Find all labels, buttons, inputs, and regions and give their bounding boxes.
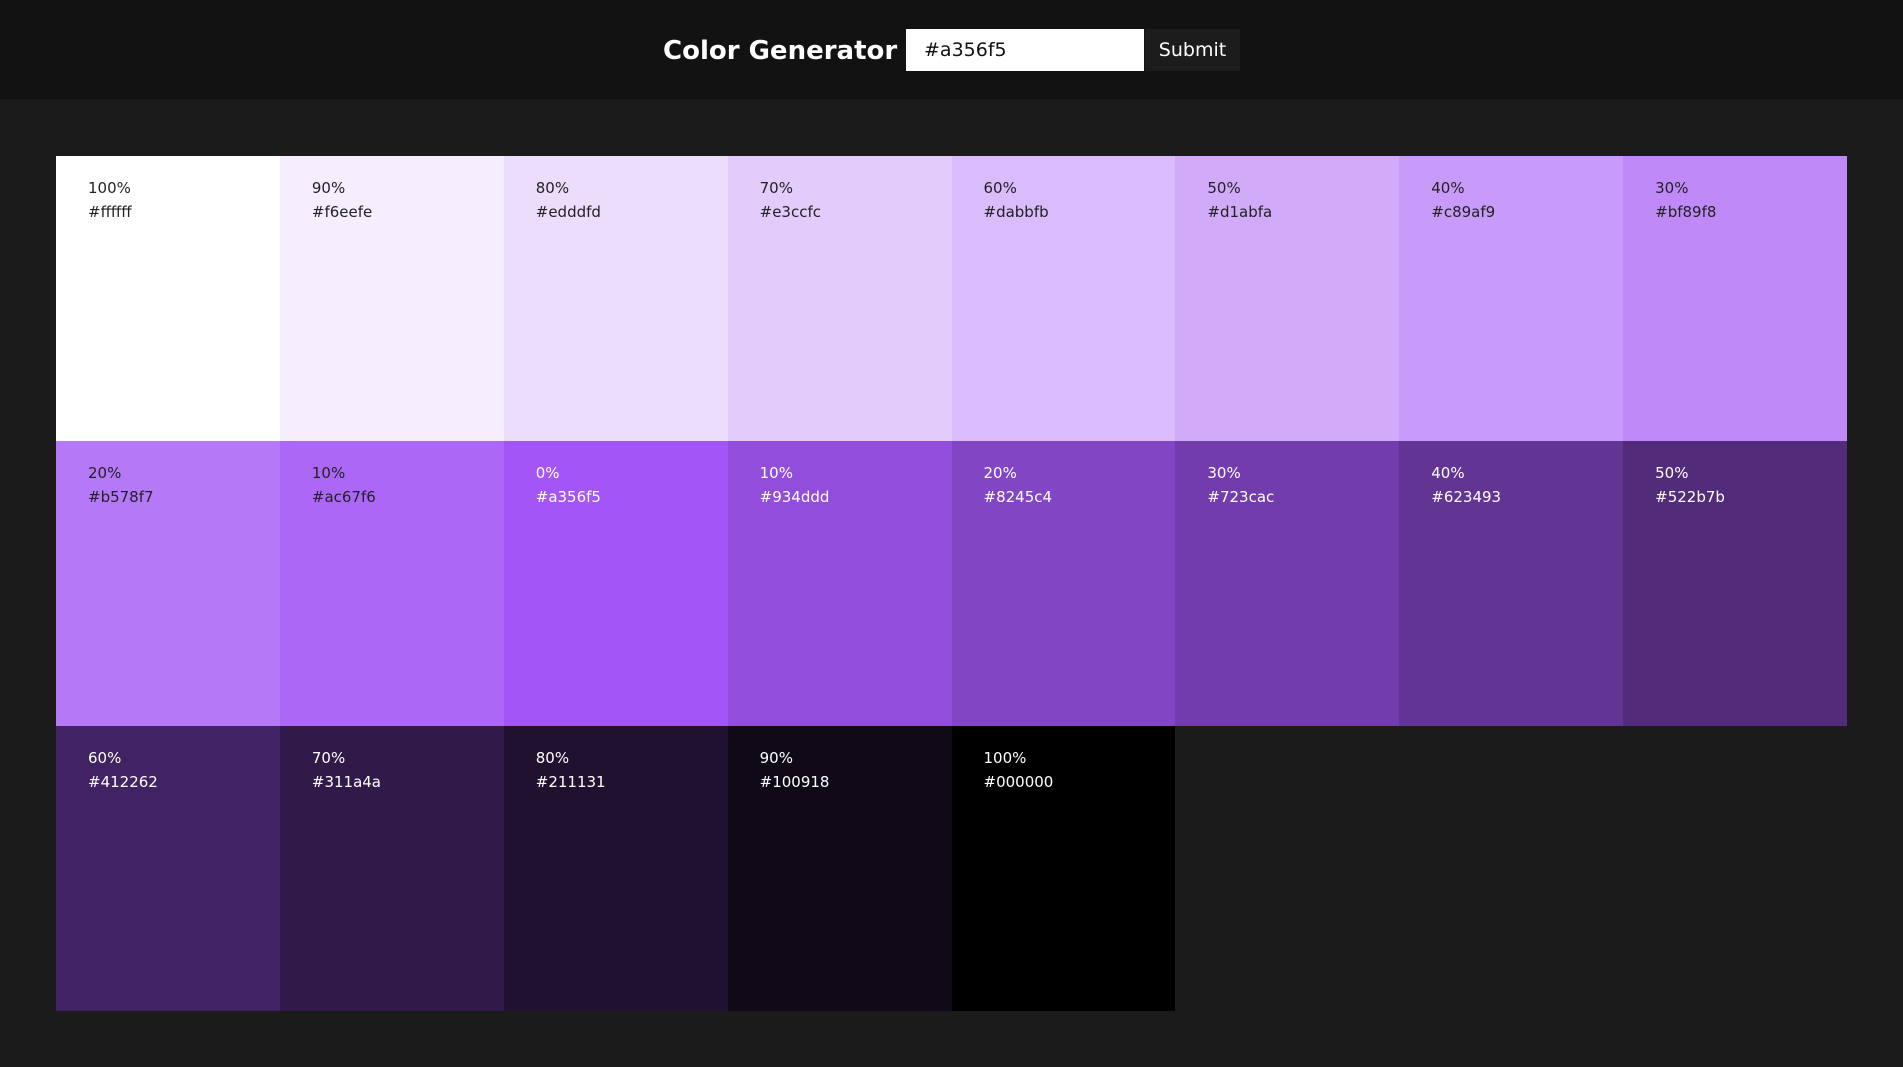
swatch-grid: 100% #ffffff 90% #f6eefe 80% #edddfd 70% #e3ccf… bbox=[56, 156, 1847, 1011]
swatch-hex: #ffffff bbox=[88, 203, 132, 221]
swatch-percent: 10% bbox=[311, 464, 346, 482]
color-swatch[interactable]: 100% #ffffff bbox=[56, 156, 280, 441]
swatch-percent: 90% bbox=[759, 749, 793, 767]
color-swatch[interactable]: 20% #b578f7 bbox=[56, 441, 280, 726]
swatch-hex: #c89af9 bbox=[1431, 203, 1496, 221]
swatch-percent: 20% bbox=[983, 464, 1017, 482]
color-swatch[interactable]: 20% #8245c4 bbox=[951, 441, 1176, 726]
color-swatch[interactable]: 90% #f6eefe bbox=[279, 156, 504, 441]
swatch-hex: #723cac bbox=[1207, 488, 1275, 506]
swatch-hex: #211131 bbox=[535, 773, 606, 791]
swatch-percent: 90% bbox=[311, 179, 346, 197]
swatch-percent: 70% bbox=[311, 749, 346, 767]
swatch-percent: 0% bbox=[535, 464, 560, 482]
color-swatch[interactable]: 40% #623493 bbox=[1399, 441, 1624, 726]
swatch-hex: #d1abfa bbox=[1207, 203, 1273, 221]
color-swatch[interactable]: 60% #412262 bbox=[56, 726, 280, 1011]
swatch-hex: #b578f7 bbox=[88, 488, 154, 506]
swatch-percent: 50% bbox=[1207, 179, 1241, 197]
swatch-hex: #ac67f6 bbox=[311, 488, 376, 506]
swatch-percent: 100% bbox=[88, 179, 131, 197]
color-swatch[interactable]: 70% #311a4a bbox=[279, 726, 504, 1011]
color-input[interactable] bbox=[906, 29, 1144, 71]
app-header: Color Generator Submit bbox=[0, 0, 1903, 99]
submit-button[interactable]: Submit bbox=[1145, 29, 1240, 71]
color-swatch[interactable]: 90% #100918 bbox=[727, 726, 952, 1011]
swatch-percent: 10% bbox=[759, 464, 793, 482]
swatch-percent: 20% bbox=[88, 464, 122, 482]
color-swatch[interactable]: 80% #edddfd bbox=[503, 156, 728, 441]
color-swatch[interactable]: 30% #bf89f8 bbox=[1623, 156, 1847, 441]
color-swatch[interactable]: 40% #c89af9 bbox=[1399, 156, 1624, 441]
swatch-hex: #a356f5 bbox=[535, 488, 601, 506]
swatch-percent: 70% bbox=[759, 179, 793, 197]
swatch-hex: #bf89f8 bbox=[1655, 203, 1717, 221]
color-swatch[interactable]: 80% #211131 bbox=[503, 726, 728, 1011]
swatch-percent: 60% bbox=[88, 749, 122, 767]
color-swatch[interactable]: 100% #000000 bbox=[951, 726, 1176, 1011]
swatch-percent: 50% bbox=[1655, 464, 1689, 482]
swatch-hex: #623493 bbox=[1431, 488, 1502, 506]
color-swatch[interactable]: 60% #dabbfb bbox=[951, 156, 1176, 441]
swatch-percent: 80% bbox=[535, 749, 570, 767]
swatch-hex: #100918 bbox=[759, 773, 830, 791]
swatch-percent: 30% bbox=[1655, 179, 1689, 197]
page-title: Color Generator bbox=[663, 36, 898, 66]
color-swatch[interactable]: 70% #e3ccfc bbox=[727, 156, 952, 441]
color-swatch[interactable]: 50% #522b7b bbox=[1623, 441, 1847, 726]
swatch-hex: #934ddd bbox=[759, 488, 830, 506]
color-swatch[interactable]: 10% #934ddd bbox=[727, 441, 952, 726]
swatch-percent: 80% bbox=[535, 179, 570, 197]
color-swatch[interactable]: 0% #a356f5 bbox=[503, 441, 728, 726]
swatch-percent: 60% bbox=[983, 179, 1017, 197]
swatch-percent: 40% bbox=[1431, 464, 1465, 482]
swatch-hex: #f6eefe bbox=[311, 203, 373, 221]
swatch-percent: 40% bbox=[1431, 179, 1465, 197]
swatch-hex: #412262 bbox=[88, 773, 158, 791]
swatch-hex: #8245c4 bbox=[983, 488, 1053, 506]
swatch-hex: #311a4a bbox=[311, 773, 382, 791]
color-swatch[interactable]: 10% #ac67f6 bbox=[279, 441, 504, 726]
color-swatch[interactable]: 50% #d1abfa bbox=[1175, 156, 1400, 441]
swatch-hex: #dabbfb bbox=[983, 203, 1049, 221]
swatch-hex: #e3ccfc bbox=[759, 203, 821, 221]
swatch-hex: #edddfd bbox=[535, 203, 601, 221]
swatch-percent: 30% bbox=[1207, 464, 1241, 482]
color-swatch[interactable]: 30% #723cac bbox=[1175, 441, 1400, 726]
swatch-percent: 100% bbox=[983, 749, 1027, 767]
swatch-hex: #000000 bbox=[983, 773, 1054, 791]
swatch-hex: #522b7b bbox=[1655, 488, 1725, 506]
